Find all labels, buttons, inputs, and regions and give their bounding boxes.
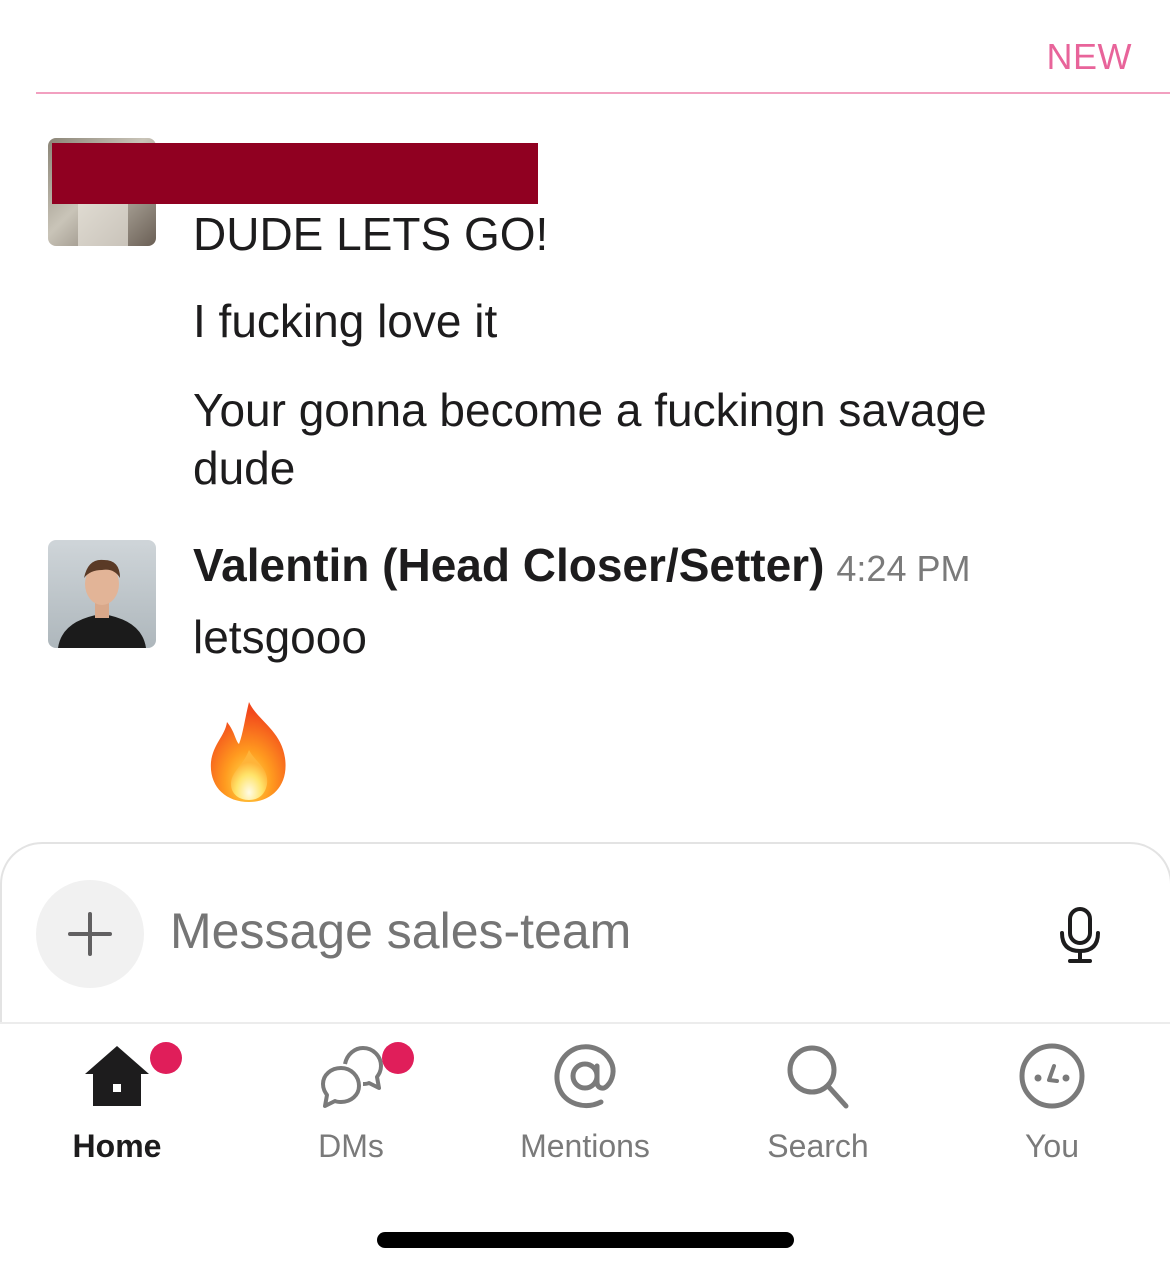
- tab-label: Search: [767, 1128, 869, 1164]
- microphone-icon[interactable]: [1056, 905, 1104, 965]
- tab-search[interactable]: Search: [718, 1040, 918, 1180]
- fire-emoji-icon[interactable]: [205, 700, 295, 804]
- redacted-author-name: [52, 143, 538, 204]
- dms-notification-badge: [382, 1042, 414, 1074]
- dms-icon: [321, 1046, 383, 1108]
- tab-home[interactable]: Home: [17, 1040, 217, 1180]
- tab-you[interactable]: You: [952, 1040, 1152, 1180]
- tab-label: Home: [72, 1128, 162, 1164]
- tab-dms[interactable]: DMs: [251, 1040, 451, 1180]
- message-text: Your gonna become a fuckingn savage dude: [193, 384, 987, 494]
- message-timestamp[interactable]: 4:24 PM: [836, 548, 970, 589]
- home-indicator[interactable]: [377, 1232, 794, 1248]
- home-icon: [85, 1046, 149, 1106]
- message-text: I fucking love it: [193, 295, 498, 347]
- author-name[interactable]: Valentin (Head Closer/Setter): [193, 539, 824, 591]
- new-messages-divider: [36, 92, 1170, 94]
- message-text: DUDE LETS GO!: [193, 208, 549, 260]
- message-author: Valentin (Head Closer/Setter) 4:24 PM: [193, 538, 970, 592]
- tab-label: Mentions: [520, 1128, 650, 1164]
- tab-bar-divider: [0, 1022, 1170, 1024]
- at-sign-icon: [554, 1044, 616, 1108]
- tab-label: DMs: [318, 1128, 384, 1164]
- message-text: letsgooo: [193, 611, 367, 663]
- plus-icon: [68, 912, 112, 956]
- avatar[interactable]: [48, 540, 156, 648]
- new-messages-label: NEW: [1046, 36, 1132, 77]
- you-face-icon: [1019, 1043, 1085, 1109]
- search-icon: [787, 1045, 849, 1109]
- home-notification-badge: [150, 1042, 182, 1074]
- tab-label: You: [1025, 1128, 1079, 1164]
- tab-mentions[interactable]: Mentions: [485, 1040, 685, 1180]
- add-attachment-button[interactable]: [36, 880, 144, 988]
- message-input[interactable]: [170, 902, 990, 960]
